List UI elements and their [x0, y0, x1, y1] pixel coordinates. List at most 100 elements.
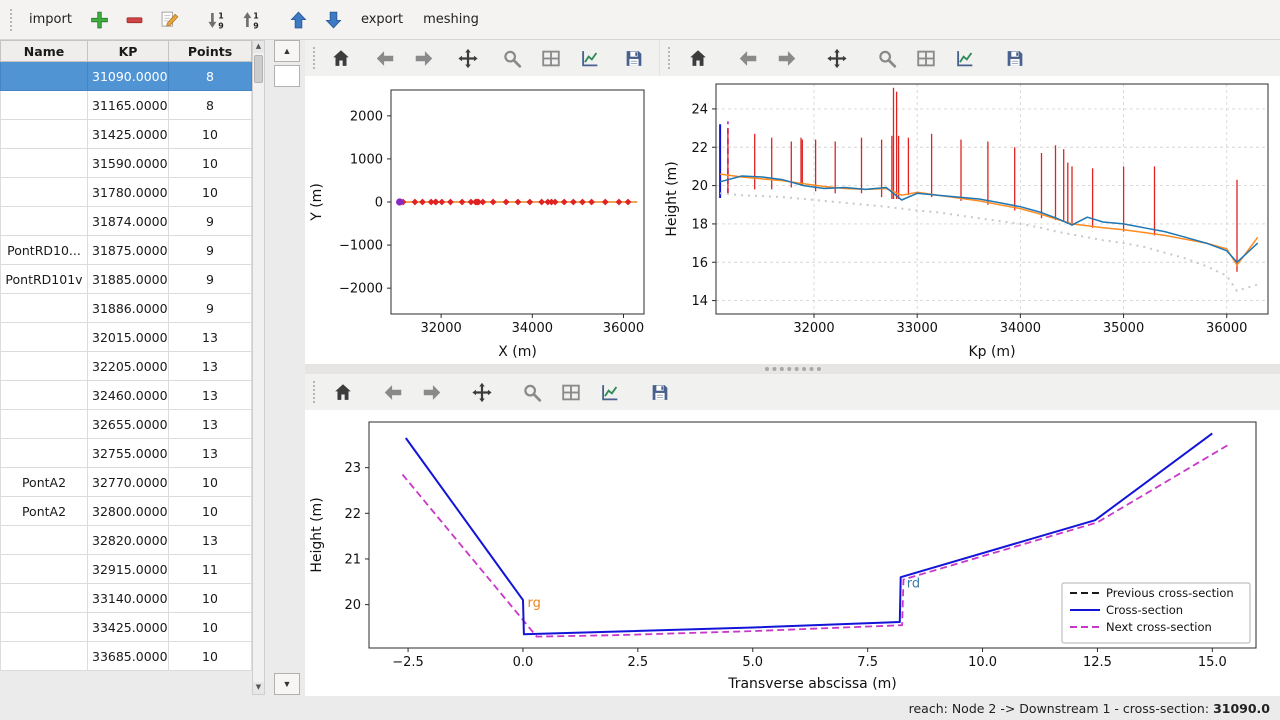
cell-name[interactable]	[1, 410, 88, 439]
column-header-name[interactable]: Name	[1, 41, 88, 62]
table-row[interactable]: 32915.000011	[1, 555, 252, 584]
strip-down-button[interactable]: ▼	[274, 673, 300, 695]
table-row[interactable]: 32205.000013	[1, 352, 252, 381]
table-row[interactable]: PontA232770.000010	[1, 468, 252, 497]
table-row[interactable]: 31590.000010	[1, 149, 252, 178]
subplots-button[interactable]	[534, 43, 568, 73]
forward-button[interactable]	[407, 43, 441, 73]
splitter-handle-icon[interactable]	[765, 367, 821, 371]
zoom-button[interactable]	[515, 377, 549, 407]
save-button[interactable]	[617, 43, 651, 73]
cell-kp[interactable]: 33140.0000	[88, 584, 169, 613]
table-row[interactable]: 33685.000010	[1, 642, 252, 671]
cell-kp[interactable]: 31090.0000	[88, 62, 169, 91]
cell-kp[interactable]: 32460.0000	[88, 381, 169, 410]
strip-up-button[interactable]: ▲	[274, 40, 300, 62]
strip-thumb[interactable]	[274, 65, 300, 87]
scrollbar-up-icon[interactable]: ▲	[253, 41, 264, 53]
cell-points[interactable]: 10	[169, 149, 252, 178]
cell-points[interactable]: 10	[169, 613, 252, 642]
cell-points[interactable]: 9	[169, 236, 252, 265]
customize-button[interactable]	[948, 43, 982, 73]
toolbar-drag-handle[interactable]	[668, 47, 672, 69]
save-button[interactable]	[643, 377, 677, 407]
move-down-button[interactable]	[317, 4, 350, 35]
scrollbar-thumb[interactable]	[254, 55, 263, 83]
table-row[interactable]: 32755.000013	[1, 439, 252, 468]
back-button[interactable]	[731, 43, 765, 73]
cell-points[interactable]: 10	[169, 468, 252, 497]
cell-kp[interactable]: 31590.0000	[88, 149, 169, 178]
cell-points[interactable]: 10	[169, 642, 252, 671]
cell-name[interactable]	[1, 584, 88, 613]
cell-kp[interactable]: 32205.0000	[88, 352, 169, 381]
pan-button[interactable]	[465, 377, 499, 407]
forward-button[interactable]	[415, 377, 449, 407]
remove-cross-section-button[interactable]	[118, 4, 151, 35]
cell-name[interactable]	[1, 381, 88, 410]
column-header-kp[interactable]: KP	[88, 41, 169, 62]
add-cross-section-button[interactable]	[83, 4, 116, 35]
cell-name[interactable]	[1, 526, 88, 555]
table-scrollbar[interactable]: ▲ ▼	[252, 40, 265, 695]
cell-name[interactable]	[1, 120, 88, 149]
cell-name[interactable]	[1, 207, 88, 236]
table-row[interactable]: PontRD101v31885.00009	[1, 265, 252, 294]
cell-points[interactable]: 10	[169, 120, 252, 149]
table-row[interactable]: 31886.00009	[1, 294, 252, 323]
customize-button[interactable]	[573, 43, 607, 73]
cell-kp[interactable]: 33425.0000	[88, 613, 169, 642]
cell-kp[interactable]: 31875.0000	[88, 236, 169, 265]
table-row[interactable]: 32460.000013	[1, 381, 252, 410]
home-button[interactable]	[681, 43, 715, 73]
table-row[interactable]: 31874.00009	[1, 207, 252, 236]
cell-points[interactable]: 13	[169, 526, 252, 555]
cell-name[interactable]	[1, 149, 88, 178]
cell-points[interactable]: 9	[169, 294, 252, 323]
table-row[interactable]: 33140.000010	[1, 584, 252, 613]
cell-kp[interactable]: 32655.0000	[88, 410, 169, 439]
cell-kp[interactable]: 31885.0000	[88, 265, 169, 294]
cell-name[interactable]	[1, 642, 88, 671]
table-row[interactable]: 32655.000013	[1, 410, 252, 439]
cell-points[interactable]: 8	[169, 91, 252, 120]
cell-name[interactable]	[1, 91, 88, 120]
meshing-button[interactable]: meshing	[414, 6, 488, 33]
edit-cross-section-button[interactable]	[153, 4, 186, 35]
cell-name[interactable]: PontRD101v	[1, 265, 88, 294]
home-button[interactable]	[324, 43, 358, 73]
cell-points[interactable]: 13	[169, 323, 252, 352]
export-button[interactable]: export	[352, 6, 412, 33]
pan-button[interactable]	[820, 43, 854, 73]
cell-points[interactable]: 11	[169, 555, 252, 584]
cell-points[interactable]: 10	[169, 497, 252, 526]
table-row[interactable]: 31165.00008	[1, 91, 252, 120]
zoom-button[interactable]	[495, 43, 529, 73]
toolbar-drag-handle[interactable]	[313, 381, 317, 403]
table-row[interactable]: PontRD10...31875.00009	[1, 236, 252, 265]
import-button[interactable]: import	[20, 6, 81, 33]
plan-view-chart[interactable]: 320003400036000−2000−1000010002000X (m)Y…	[305, 76, 660, 364]
cell-points[interactable]: 9	[169, 265, 252, 294]
cell-kp[interactable]: 32800.0000	[88, 497, 169, 526]
column-header-points[interactable]: Points	[169, 41, 252, 62]
cell-points[interactable]: 13	[169, 352, 252, 381]
cell-points[interactable]: 13	[169, 410, 252, 439]
cell-points[interactable]: 10	[169, 178, 252, 207]
cell-kp[interactable]: 31780.0000	[88, 178, 169, 207]
cell-points[interactable]: 10	[169, 584, 252, 613]
cell-kp[interactable]: 32770.0000	[88, 468, 169, 497]
cell-name[interactable]	[1, 323, 88, 352]
cell-points[interactable]: 8	[169, 62, 252, 91]
cell-kp[interactable]: 32015.0000	[88, 323, 169, 352]
cell-kp[interactable]: 31165.0000	[88, 91, 169, 120]
horizontal-splitter[interactable]	[305, 364, 1280, 374]
cell-name[interactable]: PontA2	[1, 497, 88, 526]
customize-button[interactable]	[593, 377, 627, 407]
table-row[interactable]: 32015.000013	[1, 323, 252, 352]
table-row[interactable]: 31090.00008	[1, 62, 252, 91]
save-button[interactable]	[998, 43, 1032, 73]
cell-name[interactable]	[1, 294, 88, 323]
scrollbar-down-icon[interactable]: ▼	[253, 682, 264, 694]
cell-name[interactable]: PontA2	[1, 468, 88, 497]
